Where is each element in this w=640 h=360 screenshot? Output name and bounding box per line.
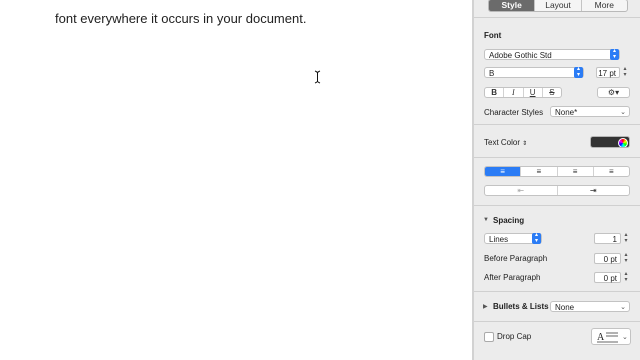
font-size-stepper[interactable]: ▴ ▾ xyxy=(622,66,628,78)
chevron-updown-icon: ⇕ xyxy=(522,141,528,147)
bullets-lists-label: Bullets & Lists xyxy=(493,302,549,311)
align-left-button[interactable]: ≡ xyxy=(485,167,521,176)
font-style-select[interactable]: B ▴ ▾ xyxy=(484,66,584,78)
font-family-select[interactable]: Adobe Gothic Std ▴ ▾ xyxy=(484,48,620,60)
align-right-button[interactable]: ≡ xyxy=(556,167,593,176)
bullets-lists-select[interactable]: None ⌄ xyxy=(550,301,630,312)
divider xyxy=(474,205,640,206)
chevron-down-icon: ⌄ xyxy=(620,304,626,311)
bold-button[interactable]: B xyxy=(485,88,503,97)
line-spacing-stepper[interactable]: ▴ ▾ xyxy=(623,232,629,244)
document-canvas[interactable]: font everywhere it occurs in your docume… xyxy=(0,0,472,360)
drop-cap-checkbox[interactable] xyxy=(484,332,494,342)
italic-button[interactable]: I xyxy=(503,88,522,97)
justify-button[interactable]: ≡ xyxy=(592,167,629,176)
format-inspector: Style Layout More Font Adobe Gothic Std … xyxy=(474,0,640,360)
inspector-tabs: Style Layout More xyxy=(488,0,628,12)
format-buttons: B I U S xyxy=(484,87,562,98)
line-spacing-mode: Lines xyxy=(489,235,509,244)
divider xyxy=(474,17,640,18)
svg-text:A: A xyxy=(597,332,605,343)
svg-text:⌄: ⌄ xyxy=(622,334,628,341)
font-section-label: Font xyxy=(484,31,502,40)
bullets-lists-value: None xyxy=(555,303,575,312)
chevron-updown-icon: ▴ ▾ xyxy=(532,232,541,244)
divider xyxy=(474,124,640,125)
tab-style[interactable]: Style xyxy=(489,0,535,11)
increase-indent-button[interactable]: ⇥ xyxy=(556,186,630,195)
font-style-value: B xyxy=(489,69,495,78)
line-spacing-select[interactable]: Lines ▴ ▾ xyxy=(484,232,542,244)
before-paragraph-stepper[interactable]: ▴ ▾ xyxy=(623,252,629,264)
document-text[interactable]: font everywhere it occurs in your docume… xyxy=(55,11,306,26)
color-wheel-icon[interactable] xyxy=(618,138,628,147)
divider xyxy=(474,291,640,292)
character-styles-label: Character Styles xyxy=(484,108,544,117)
divider xyxy=(474,157,640,158)
before-paragraph-field[interactable]: 0 pt xyxy=(594,253,621,264)
tab-layout[interactable]: Layout xyxy=(534,0,580,11)
drop-cap-label: Drop Cap xyxy=(497,332,532,341)
alignment-buttons: ≡ ≡ ≡ ≡ xyxy=(484,166,630,177)
disclosure-open-icon[interactable]: ▼ xyxy=(483,217,489,223)
text-options-button[interactable]: ⚙▾ xyxy=(597,87,630,98)
tab-more[interactable]: More xyxy=(580,0,627,11)
gear-icon: ⚙▾ xyxy=(607,88,620,97)
disclosure-closed-icon[interactable]: ▶ xyxy=(483,303,488,310)
divider xyxy=(474,321,640,322)
indent-buttons: ⇤ ⇥ xyxy=(484,185,630,196)
drop-cap-preview-icon: A ⌄ xyxy=(597,332,628,343)
align-center-button[interactable]: ≡ xyxy=(520,167,556,176)
line-spacing-field[interactable]: 1 xyxy=(594,233,621,244)
character-styles-value: None* xyxy=(555,108,578,117)
text-cursor-icon xyxy=(314,70,321,84)
decrease-indent-button[interactable]: ⇤ xyxy=(485,186,557,195)
after-paragraph-stepper[interactable]: ▴ ▾ xyxy=(623,271,629,283)
chevron-updown-icon: ▴ ▾ xyxy=(574,66,583,78)
underline-button[interactable]: U xyxy=(522,88,542,97)
after-paragraph-label: After Paragraph xyxy=(484,273,541,282)
character-styles-select[interactable]: None* ⌄ xyxy=(550,106,630,117)
strikethrough-button[interactable]: S xyxy=(541,88,561,97)
text-color-label: Text Color ⇕ xyxy=(484,138,528,147)
chevron-down-icon: ⌄ xyxy=(620,109,626,116)
after-paragraph-field[interactable]: 0 pt xyxy=(594,272,621,283)
chevron-updown-icon: ▴ ▾ xyxy=(610,48,619,60)
drop-cap-style-select[interactable]: A ⌄ xyxy=(591,328,631,345)
text-color-well[interactable] xyxy=(590,136,630,148)
spacing-label: Spacing xyxy=(493,216,525,225)
font-family-value: Adobe Gothic Std xyxy=(489,51,552,60)
font-size-field[interactable]: 17 pt xyxy=(596,67,620,78)
before-paragraph-label: Before Paragraph xyxy=(484,254,548,263)
